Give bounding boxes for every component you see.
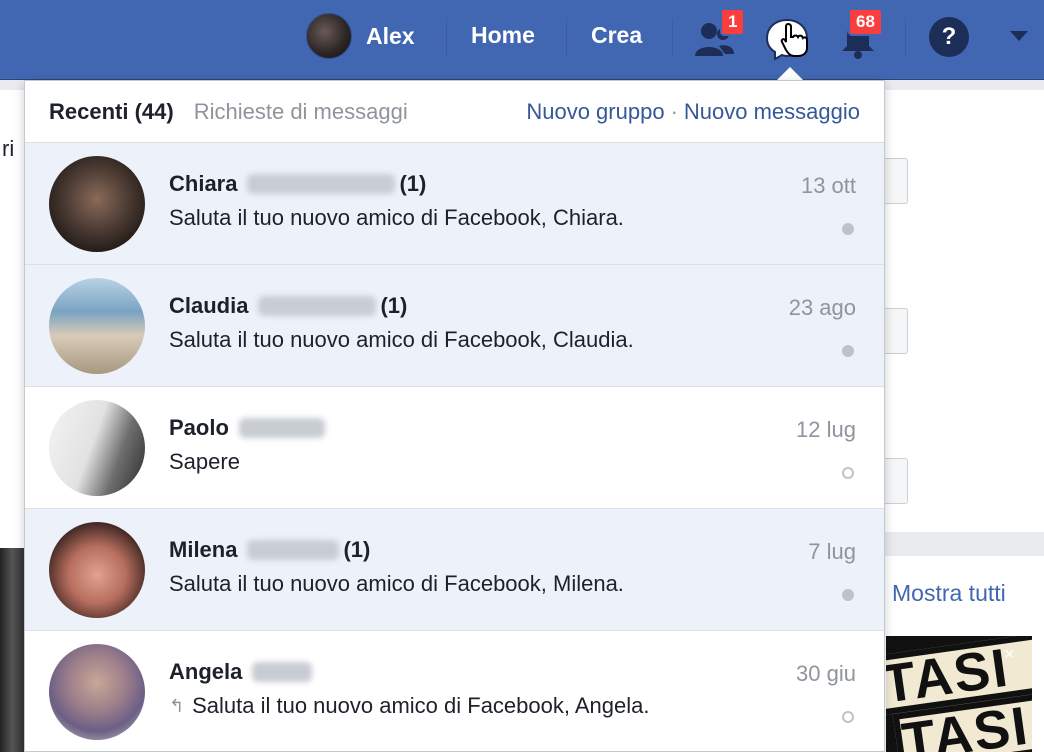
- message-timestamp: 13 ott: [800, 173, 856, 198]
- profile-link[interactable]: Alex: [306, 12, 415, 60]
- contact-first-name: Paolo: [169, 415, 229, 440]
- message-preview: Saluta il tuo nuovo amico di Facebook, A…: [192, 693, 650, 718]
- message-preview-with-reply: ↰ Saluta il tuo nuovo amico di Facebook,…: [169, 693, 650, 719]
- profile-name: Alex: [366, 22, 415, 49]
- nav-divider: [672, 18, 673, 56]
- friend-requests-badge: 1: [720, 8, 746, 36]
- nav-divider: [446, 18, 447, 56]
- new-group-link[interactable]: Nuovo gruppo: [526, 99, 664, 124]
- read-status-dot-icon[interactable]: [842, 345, 854, 357]
- pointer-hand-icon: [780, 22, 808, 57]
- dropdown-pointer: [776, 67, 804, 81]
- contact-first-name: Chiara: [169, 171, 238, 196]
- create-link[interactable]: Crea: [591, 22, 642, 49]
- tab-message-requests[interactable]: Richieste di messaggi: [194, 99, 408, 125]
- help-icon[interactable]: ?: [929, 17, 969, 57]
- reply-arrow-icon: ↰: [169, 695, 185, 716]
- blurred-last-name: [247, 540, 340, 560]
- unread-count: (1): [380, 293, 408, 318]
- feed-left-text-fragment: ri: [2, 136, 15, 161]
- message-timestamp: 30 giu: [796, 661, 856, 686]
- contact-first-name: Milena: [169, 537, 238, 562]
- message-preview: Saluta il tuo nuovo amico di Facebook, C…: [169, 327, 634, 352]
- unread-count: (1): [399, 171, 427, 196]
- avatar: [49, 400, 145, 496]
- feed-left-photo: [0, 548, 24, 752]
- conversation-name: Chiara (1): [169, 171, 426, 197]
- avatar: [49, 156, 145, 252]
- message-preview: Saluta il tuo nuovo amico di Facebook, M…: [169, 571, 624, 596]
- friend-requests-button[interactable]: 1: [692, 8, 746, 62]
- new-message-link[interactable]: Nuovo messaggio: [684, 99, 860, 124]
- avatar: [306, 13, 352, 59]
- read-status-dot-icon[interactable]: [842, 467, 854, 479]
- top-navigation-bar: Alex Home Crea 1 68 ?: [0, 0, 1044, 80]
- message-timestamp: 23 ago: [788, 295, 856, 320]
- home-link[interactable]: Home: [471, 22, 535, 49]
- conversation-row[interactable]: Milena (1) Saluta il tuo nuovo amico di …: [25, 509, 884, 631]
- blurred-last-name: [258, 296, 377, 316]
- close-icon[interactable]: ×: [1004, 644, 1015, 665]
- message-timestamp: 12 lug: [796, 417, 856, 442]
- conversation-name: Paolo: [169, 415, 329, 441]
- avatar: [49, 522, 145, 618]
- avatar: [49, 644, 145, 740]
- dropdown-header: Recenti (44) Richieste di messaggi Nuovo…: [25, 81, 884, 143]
- read-status-dot-icon[interactable]: [842, 223, 854, 235]
- blurred-last-name: [252, 662, 313, 682]
- messenger-button[interactable]: [764, 14, 814, 62]
- contact-first-name: Angela: [169, 659, 243, 684]
- conversation-row[interactable]: Angela ↰ Saluta il tuo nuovo amico di Fa…: [25, 631, 884, 752]
- conversation-row[interactable]: Claudia (1) Saluta il tuo nuovo amico di…: [25, 265, 884, 387]
- header-actions: Nuovo gruppo · Nuovo messaggio: [526, 99, 860, 125]
- conversation-row[interactable]: Paolo Sapere 12 lug: [25, 387, 884, 509]
- blurred-last-name: [238, 418, 325, 438]
- conversation-name: Milena (1): [169, 537, 370, 563]
- message-timestamp: 7 lug: [808, 539, 856, 564]
- nav-divider: [905, 18, 906, 56]
- notifications-badge: 68: [848, 8, 883, 36]
- conversation-row[interactable]: Chiara (1) Saluta il tuo nuovo amico di …: [25, 143, 884, 265]
- conversation-name: Claudia (1): [169, 293, 407, 319]
- avatar: [49, 278, 145, 374]
- messages-dropdown: Recenti (44) Richieste di messaggi Nuovo…: [24, 80, 885, 752]
- message-preview: Saluta il tuo nuovo amico di Facebook, C…: [169, 205, 624, 230]
- blurred-last-name: [247, 174, 396, 194]
- unread-count: (1): [343, 537, 371, 562]
- link-separator: ·: [670, 98, 678, 124]
- message-preview: Sapere: [169, 449, 240, 474]
- conversation-name: Angela: [169, 659, 316, 685]
- read-status-dot-icon[interactable]: [842, 711, 854, 723]
- read-status-dot-icon[interactable]: [842, 589, 854, 601]
- contact-first-name: Claudia: [169, 293, 249, 318]
- right-column-divider: [884, 532, 1044, 556]
- notifications-button[interactable]: 68: [836, 8, 886, 62]
- tab-recent[interactable]: Recenti (44): [49, 99, 174, 125]
- nav-divider: [566, 18, 567, 56]
- show-all-link[interactable]: Mostra tutti: [892, 580, 1006, 607]
- account-menu-caret-icon[interactable]: [1010, 31, 1028, 41]
